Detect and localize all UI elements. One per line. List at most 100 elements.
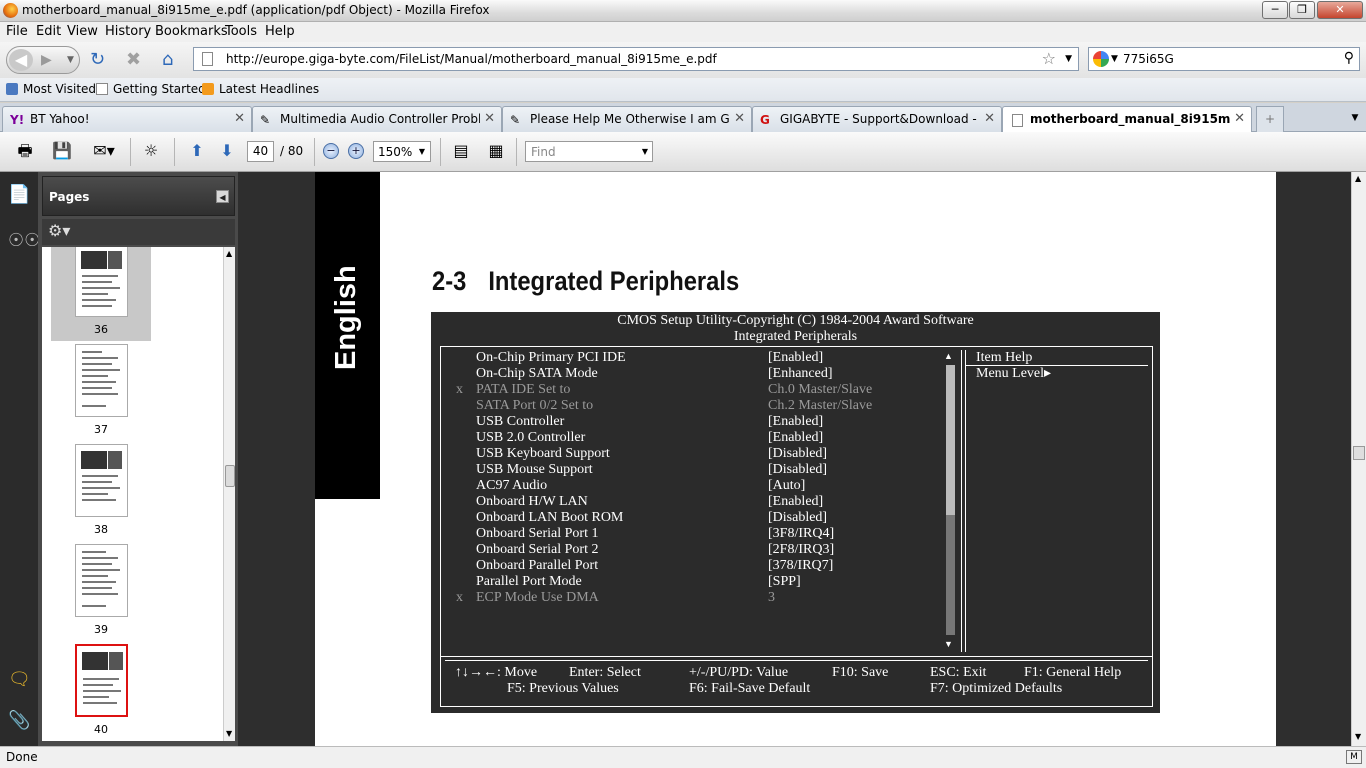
collapse-panel-icon[interactable]: ◀ — [216, 190, 229, 203]
bookmark-most-visited[interactable]: Most Visited — [6, 82, 96, 96]
zoom-out-icon[interactable]: − — [323, 143, 339, 159]
panel-splitter[interactable] — [238, 172, 315, 746]
scroll-down-icon[interactable]: ▼ — [1355, 732, 1361, 741]
page-thumbnails: 36 37 38 39 40 ▲ ▼ — [42, 247, 235, 741]
chevron-down-icon[interactable]: ▼ — [642, 147, 648, 156]
menu-file[interactable]: File — [6, 24, 28, 39]
setting-value: [Enabled] — [768, 350, 824, 365]
close-tab-icon[interactable]: ✕ — [484, 111, 495, 126]
save-icon[interactable]: 💾 — [50, 140, 74, 162]
tab-motherboard-manual[interactable]: motherboard_manual_8i915me_e.... ✕ — [1002, 106, 1252, 133]
thumbnail-page-39[interactable]: 39 — [51, 544, 151, 641]
previous-page-icon[interactable]: ⬆ — [185, 140, 209, 162]
bios-setting-row: Onboard H/W LAN [Enabled] — [441, 494, 961, 510]
zoom-in-icon[interactable]: + — [348, 143, 364, 159]
zoom-value: 150% — [378, 145, 413, 159]
scroll-up-icon[interactable]: ▲ — [226, 249, 232, 258]
scroll-down-icon[interactable]: ▼ — [226, 729, 232, 738]
back-icon[interactable]: ◀ — [9, 49, 33, 71]
section-heading: 2-3 Integrated Peripherals — [432, 266, 739, 297]
url-dropdown-icon[interactable]: ▼ — [1065, 54, 1072, 64]
menu-view[interactable]: View — [67, 24, 98, 39]
menu-bookmarks[interactable]: Bookmarks — [155, 24, 228, 39]
thumbnail-page-37[interactable]: 37 — [51, 344, 151, 441]
menu-tools[interactable]: Tools — [225, 24, 257, 39]
history-dropdown-icon[interactable]: ▼ — [67, 55, 74, 65]
search-engine-dropdown-icon[interactable]: ▼ — [1111, 54, 1118, 64]
navigation-rail: 📄 ☉☉ 🗨 📎 — [0, 172, 40, 746]
page-number-input[interactable]: 40 — [247, 141, 274, 162]
comments-icon[interactable]: 🗨 — [8, 669, 31, 690]
setting-label: USB Mouse Support — [476, 462, 593, 477]
toolbar-separator — [440, 138, 441, 166]
menu-level-label: Menu Level▸ — [976, 366, 1052, 381]
google-icon[interactable] — [1093, 51, 1109, 67]
tab-gigabyte-support[interactable]: G GIGABYTE - Support&Download - ... ✕ — [752, 106, 1002, 132]
maximize-button[interactable]: ❐ — [1289, 1, 1315, 19]
tab-list-dropdown-icon[interactable]: ▼ — [1345, 106, 1365, 132]
reload-icon[interactable]: ↻ — [90, 51, 105, 69]
close-tab-icon[interactable]: ✕ — [984, 111, 995, 126]
stop-icon[interactable]: ✖ — [126, 51, 141, 69]
close-window-button[interactable]: ✕ — [1317, 1, 1363, 19]
attachment-icon[interactable]: 📎 — [8, 710, 30, 731]
minimize-button[interactable]: ─ — [1262, 1, 1288, 19]
thumbnail-page-36[interactable]: 36 — [51, 247, 151, 341]
thumbnail-page-40[interactable]: 40 — [51, 644, 151, 741]
bookmark-star-icon[interactable]: ☆ — [1042, 49, 1056, 68]
url-text[interactable]: http://europe.giga-byte.com/FileList/Man… — [226, 52, 717, 66]
close-tab-icon[interactable]: ✕ — [1234, 111, 1245, 126]
find-input[interactable]: Find ▼ — [525, 141, 653, 162]
pages-panel-header: Pages ◀ — [42, 176, 235, 216]
bios-setting-row: AC97 Audio [Auto] — [441, 478, 961, 494]
share-icon[interactable]: ✉▾ — [87, 140, 121, 162]
bookmark-getting-started[interactable]: Getting Started — [96, 82, 206, 96]
bookmark-latest-headlines[interactable]: Latest Headlines — [202, 82, 319, 96]
section-title: Integrated Peripherals — [488, 266, 740, 296]
frame-divider — [441, 656, 1152, 657]
menu-edit[interactable]: Edit — [36, 24, 61, 39]
search-input[interactable]: 775i65G — [1123, 52, 1174, 66]
setting-value: Ch.0 Master/Slave — [768, 382, 873, 397]
home-icon[interactable]: ⌂ — [162, 51, 173, 69]
setting-value: Ch.2 Master/Slave — [768, 398, 873, 413]
gmail-notifier-icon[interactable]: M — [1346, 750, 1362, 764]
footer-f10: F10: Save — [832, 665, 889, 680]
menu-history[interactable]: History — [105, 24, 151, 39]
setting-value: [SPP] — [768, 574, 801, 589]
menu-bar: File Edit View History Bookmarks Tools H… — [0, 22, 1366, 42]
tab-bt-yahoo[interactable]: Y! BT Yahoo! ✕ — [2, 106, 252, 132]
close-tab-icon[interactable]: ✕ — [234, 111, 245, 126]
search-bar[interactable]: ▼ 775i65G ⚲ — [1088, 47, 1360, 71]
collaborate-icon[interactable]: ☼ — [139, 140, 163, 162]
forward-icon[interactable]: ▶ — [41, 52, 52, 68]
fit-page-icon[interactable]: ▦ — [484, 140, 508, 162]
fit-width-icon[interactable]: ▤ — [449, 140, 473, 162]
scrollbar-thumb[interactable] — [225, 465, 235, 487]
next-page-icon[interactable]: ⬇ — [215, 140, 239, 162]
scroll-up-icon[interactable]: ▲ — [1355, 174, 1361, 183]
new-tab-button[interactable]: + — [1256, 106, 1284, 132]
footer-esc: ESC: Exit — [930, 665, 987, 680]
print-icon[interactable]: 🖶 — [13, 140, 37, 162]
tab-multimedia-audio[interactable]: ✎ Multimedia Audio Controller Proble... … — [252, 106, 502, 132]
gear-icon[interactable]: ⚙▾ — [48, 221, 70, 240]
zoom-select[interactable]: 150% ▼ — [373, 141, 431, 162]
document-scrollbar[interactable]: ▲ ▼ — [1351, 172, 1366, 746]
url-bar[interactable]: http://europe.giga-byte.com/FileList/Man… — [193, 47, 1079, 71]
thumbnail-scrollbar[interactable]: ▲ ▼ — [223, 247, 235, 741]
setting-value: [Disabled] — [768, 446, 828, 461]
footer-f7: F7: Optimized Defaults — [930, 681, 1063, 696]
pages-panel-icon[interactable]: 📄 — [8, 184, 30, 205]
tab-please-help[interactable]: ✎ Please Help Me Otherwise I am Goi... ✕ — [502, 106, 752, 132]
thumbnail-page-38[interactable]: 38 — [51, 444, 151, 541]
close-tab-icon[interactable]: ✕ — [734, 111, 745, 126]
menu-help[interactable]: Help — [265, 24, 295, 39]
setting-value: [Auto] — [768, 478, 806, 493]
magnifier-icon[interactable]: ⚲ — [1344, 50, 1354, 66]
status-bar: Done M — [0, 746, 1366, 768]
setting-value: [Enabled] — [768, 414, 824, 429]
thumbnail-number: 37 — [94, 423, 108, 436]
scrollbar-thumb[interactable] — [1353, 446, 1365, 460]
binoculars-icon[interactable]: ☉☉ — [8, 230, 40, 251]
